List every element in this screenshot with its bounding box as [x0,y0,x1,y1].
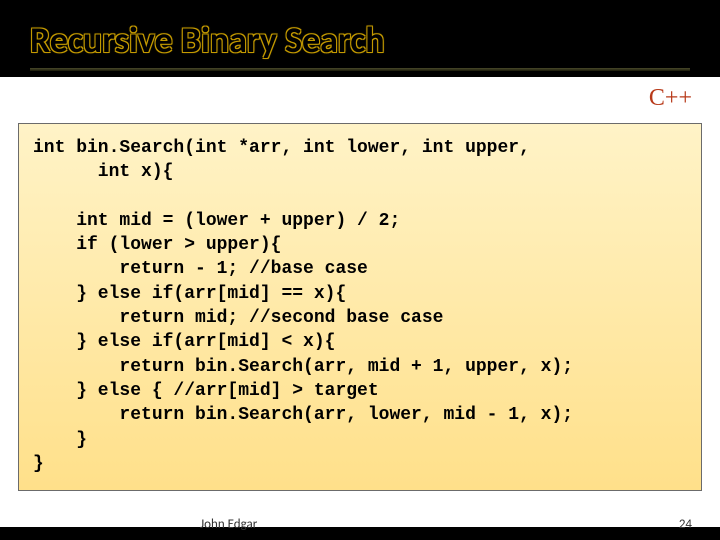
code-box: int bin.Search(int *arr, int lower, int … [18,123,702,491]
slide-title: Recursive Binary Search [30,18,690,62]
author-name: John Edgar [200,517,257,532]
slide-header: Recursive Binary Search [0,0,720,77]
language-label: C++ [649,85,692,112]
title-underline [30,68,690,71]
code-listing: int bin.Search(int *arr, int lower, int … [33,136,687,476]
page-number: 24 [679,517,692,532]
slide-content: C++ int bin.Search(int *arr, int lower, … [0,77,720,527]
